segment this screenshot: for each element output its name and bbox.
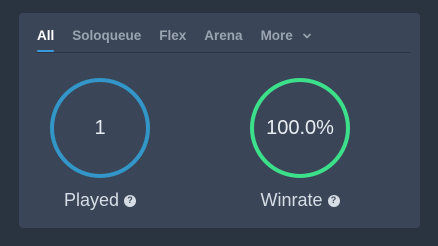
- winrate-label-row: Winrate ?: [240, 190, 360, 211]
- queue-tabs: All Soloqueue Flex Arena More: [37, 27, 330, 45]
- winrate-ring: 100.0%: [250, 78, 350, 178]
- played-value: 1: [94, 116, 106, 139]
- winrate-value: 100.0%: [266, 116, 334, 139]
- tabs-divider: [37, 52, 410, 53]
- played-ring: 1: [50, 78, 150, 178]
- tab-soloqueue[interactable]: Soloqueue: [72, 27, 141, 45]
- winrate-stat: 100.0% Winrate ?: [240, 78, 360, 211]
- tab-all[interactable]: All: [37, 27, 54, 45]
- played-label: Played: [63, 190, 120, 210]
- tab-more-label: More: [260, 28, 293, 43]
- winrate-label: Winrate: [260, 190, 323, 210]
- played-stat: 1 Played ?: [40, 78, 160, 211]
- chevron-down-icon: [302, 34, 311, 39]
- help-icon[interactable]: ?: [124, 194, 137, 207]
- tab-flex[interactable]: Flex: [159, 27, 186, 45]
- help-icon[interactable]: ?: [327, 194, 340, 207]
- tab-more[interactable]: More: [261, 27, 312, 45]
- played-label-row: Played ?: [40, 190, 160, 211]
- tab-arena[interactable]: Arena: [204, 27, 242, 45]
